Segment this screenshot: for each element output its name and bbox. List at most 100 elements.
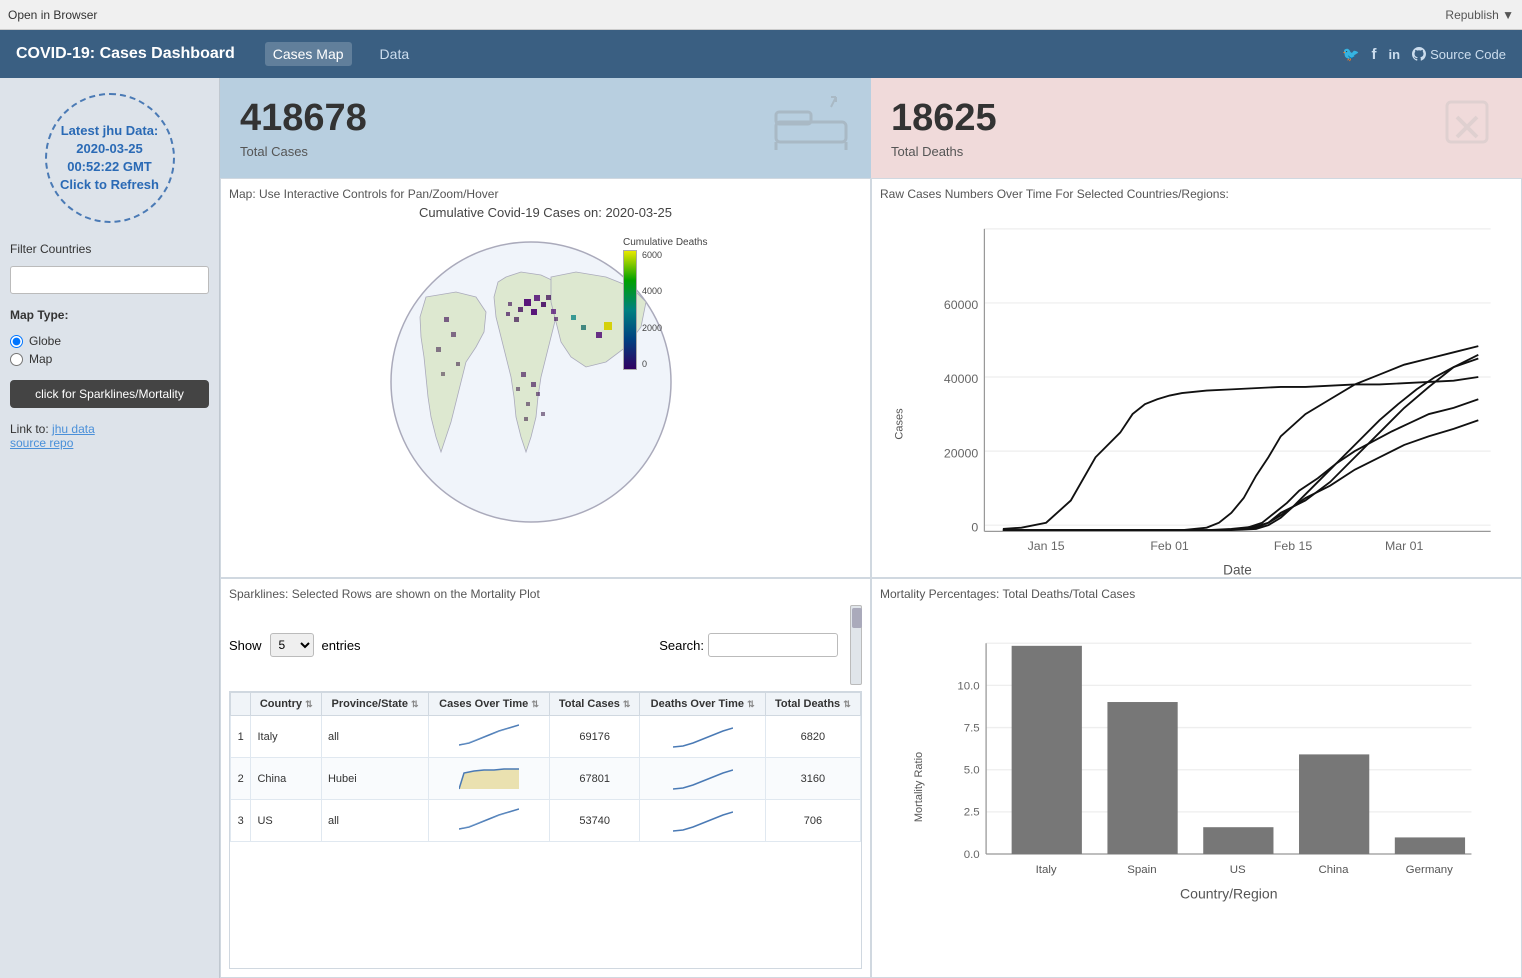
- row-total-deaths: 706: [765, 800, 860, 842]
- svg-text:Mar 01: Mar 01: [1385, 539, 1424, 553]
- row-country: China: [251, 758, 321, 800]
- table-row[interactable]: 2 China Hubei 67801 3160: [231, 758, 861, 800]
- col-country[interactable]: Country ⇅: [251, 693, 321, 716]
- refresh-line4: Click to Refresh: [60, 176, 159, 194]
- map-type-group: Globe Map: [10, 334, 209, 366]
- bar-us: [1203, 827, 1273, 854]
- hospital-bed-icon: [771, 92, 851, 164]
- table-row[interactable]: 3 US all 53740 706: [231, 800, 861, 842]
- svg-text:2.5: 2.5: [964, 807, 980, 819]
- twitter-icon[interactable]: 🐦: [1342, 46, 1359, 63]
- row-deaths-sparkline: [640, 758, 765, 800]
- bar-china: [1299, 754, 1369, 854]
- filter-countries-label: Filter Countries: [10, 242, 209, 256]
- social-icons: 🐦 f in Source Code: [1342, 46, 1506, 63]
- topbar: Open in Browser Republish ▼: [0, 0, 1522, 30]
- col-province[interactable]: Province/State ⇅: [321, 693, 428, 716]
- show-label: Show: [229, 638, 262, 653]
- row-country: Italy: [251, 716, 321, 758]
- svg-text:Date: Date: [1223, 563, 1252, 578]
- svg-text:US: US: [1230, 864, 1246, 876]
- total-deaths-label: Total Deaths: [891, 144, 997, 159]
- entries-label: entries: [322, 638, 361, 653]
- row-deaths-sparkline: [640, 716, 765, 758]
- row-province: all: [321, 800, 428, 842]
- svg-text:Germany: Germany: [1406, 864, 1453, 876]
- bar-chart-title: Mortality Percentages: Total Deaths/Tota…: [880, 587, 1513, 601]
- row-total-cases: 69176: [549, 716, 640, 758]
- nav-cases-map[interactable]: Cases Map: [265, 42, 352, 66]
- scrollbar[interactable]: [850, 605, 862, 685]
- svg-text:40000: 40000: [944, 372, 978, 386]
- row-cases-sparkline: [429, 758, 550, 800]
- row-deaths-sparkline: [640, 800, 765, 842]
- refresh-line3: 00:52:22 GMT: [67, 158, 152, 176]
- line-chart-title: Raw Cases Numbers Over Time For Selected…: [880, 187, 1513, 201]
- republish-button[interactable]: Republish ▼: [1445, 8, 1514, 22]
- svg-text:0.0: 0.0: [964, 849, 980, 861]
- row-total-deaths: 3160: [765, 758, 860, 800]
- table-scroll[interactable]: Country ⇅ Province/State ⇅ Cases Over Ti…: [229, 691, 862, 969]
- source-code-label: Source Code: [1430, 47, 1506, 62]
- col-total-deaths[interactable]: Total Deaths ⇅: [765, 693, 860, 716]
- main-layout: Latest jhu Data: 2020-03-25 00:52:22 GMT…: [0, 78, 1522, 978]
- radio-globe[interactable]: Globe: [10, 334, 209, 348]
- death-icon: [1432, 87, 1502, 169]
- facebook-icon[interactable]: f: [1372, 46, 1377, 63]
- table-row[interactable]: 1 Italy all 69176 6820: [231, 716, 861, 758]
- sidebar: Latest jhu Data: 2020-03-25 00:52:22 GMT…: [0, 78, 220, 978]
- col-total-cases[interactable]: Total Cases ⇅: [549, 693, 640, 716]
- maptype-label: Map Type:: [10, 308, 209, 322]
- svg-text:Country/Region: Country/Region: [1180, 886, 1278, 902]
- svg-text:Jan 15: Jan 15: [1028, 539, 1065, 553]
- content-grid: 418678 Total Cases 18625 Total Deaths: [220, 78, 1522, 978]
- svg-text:7.5: 7.5: [964, 722, 980, 734]
- row-total-cases: 67801: [549, 758, 640, 800]
- row-total-cases: 53740: [549, 800, 640, 842]
- line-chart-svg: 0 20000 40000 60000 Jan 15 Feb 01 Feb 15…: [935, 215, 1503, 578]
- col-cases-over-time[interactable]: Cases Over Time ⇅: [429, 693, 550, 716]
- map-panel-title: Map: Use Interactive Controls for Pan/Zo…: [229, 187, 862, 201]
- jhu-data-link[interactable]: jhu data: [52, 422, 95, 436]
- map-panel: Map: Use Interactive Controls for Pan/Zo…: [220, 178, 871, 578]
- sparklines-button[interactable]: click for Sparklines/Mortality: [10, 380, 209, 408]
- source-repo-link[interactable]: source repo: [10, 436, 73, 450]
- search-input[interactable]: [708, 633, 838, 657]
- row-province: all: [321, 716, 428, 758]
- bar-chart-panel: Mortality Percentages: Total Deaths/Tota…: [871, 578, 1522, 978]
- data-table: Country ⇅ Province/State ⇅ Cases Over Ti…: [230, 692, 861, 842]
- refresh-button[interactable]: Latest jhu Data: 2020-03-25 00:52:22 GMT…: [45, 93, 175, 223]
- map-container[interactable]: Cumulative Deaths 6000 4000 2000 0: [229, 224, 862, 569]
- svg-text:10.0: 10.0: [957, 680, 979, 692]
- link-row: Link to: jhu data source repo: [10, 422, 209, 450]
- radio-map[interactable]: Map: [10, 352, 209, 366]
- map-chart-title: Cumulative Covid-19 Cases on: 2020-03-25: [229, 205, 862, 220]
- svg-text:Feb 01: Feb 01: [1150, 539, 1189, 553]
- svg-text:20000: 20000: [944, 446, 978, 460]
- map-legend: Cumulative Deaths 6000 4000 2000 0: [623, 237, 707, 370]
- filter-countries-input[interactable]: [10, 266, 209, 294]
- svg-text:Feb 15: Feb 15: [1274, 539, 1313, 553]
- line-chart-y-label: Cases: [894, 408, 906, 439]
- total-cases-label: Total Cases: [240, 144, 367, 159]
- row-total-deaths: 6820: [765, 716, 860, 758]
- svg-text:5.0: 5.0: [964, 765, 980, 777]
- svg-text:Italy: Italy: [1036, 864, 1057, 876]
- nav-data[interactable]: Data: [372, 42, 418, 66]
- bar-spain: [1107, 702, 1177, 854]
- col-deaths-over-time[interactable]: Deaths Over Time ⇅: [640, 693, 765, 716]
- navbar: COVID-19: Cases Dashboard Cases Map Data…: [0, 30, 1522, 78]
- source-code-link[interactable]: Source Code: [1412, 47, 1506, 62]
- bar-chart-svg: 0.0 2.5 5.0 7.5 10.0 Italy Spain US: [935, 613, 1497, 929]
- bar-italy: [1012, 646, 1082, 854]
- show-entries-select[interactable]: 5 10 25: [270, 633, 314, 657]
- search-label: Search:: [659, 638, 704, 653]
- row-num: 2: [231, 758, 251, 800]
- linkedin-icon[interactable]: in: [1389, 47, 1401, 62]
- globe-wrapper[interactable]: Cumulative Deaths 6000 4000 2000 0: [376, 224, 716, 569]
- svg-text:Spain: Spain: [1127, 864, 1156, 876]
- line-chart-panel: Raw Cases Numbers Over Time For Selected…: [871, 178, 1522, 578]
- bar-germany: [1395, 837, 1465, 854]
- total-deaths-card: 18625 Total Deaths: [871, 78, 1522, 178]
- total-cases-card: 418678 Total Cases: [220, 78, 871, 178]
